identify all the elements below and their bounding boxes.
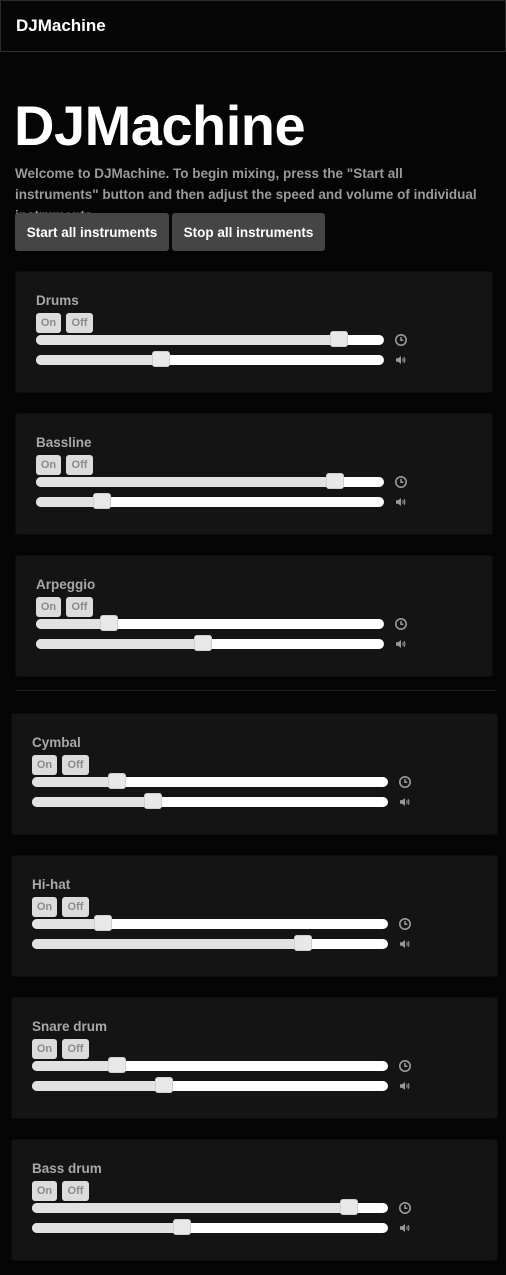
instrument-name: Bass drum xyxy=(32,1161,102,1176)
volume-slider[interactable] xyxy=(32,793,388,809)
instrument-card: Bassline On Off xyxy=(15,413,493,535)
speed-slider[interactable] xyxy=(36,615,384,631)
volume-slider[interactable] xyxy=(36,351,384,367)
volume-slider-thumb[interactable] xyxy=(172,1219,191,1235)
off-button[interactable]: Off xyxy=(62,1181,89,1201)
instrument-name: Hi-hat xyxy=(32,877,71,892)
instrument-name: Bassline xyxy=(36,435,92,450)
volume-icon xyxy=(394,637,408,651)
clock-icon xyxy=(398,1201,412,1215)
volume-slider-fill xyxy=(32,1081,164,1091)
volume-slider-thumb[interactable] xyxy=(194,635,213,651)
instrument-card: Cymbal On Off xyxy=(11,713,498,835)
volume-slider-fill xyxy=(32,797,154,807)
speed-slider-fill xyxy=(32,1061,118,1071)
speed-slider-fill xyxy=(36,619,110,629)
volume-icon xyxy=(398,937,412,951)
speed-slider[interactable] xyxy=(32,1199,388,1215)
volume-slider-thumb[interactable] xyxy=(152,351,171,367)
volume-slider[interactable] xyxy=(36,493,384,509)
speed-slider[interactable] xyxy=(32,773,388,789)
off-button[interactable]: Off xyxy=(62,897,89,917)
volume-icon xyxy=(398,795,412,809)
volume-slider[interactable] xyxy=(32,935,388,951)
speed-slider-thumb[interactable] xyxy=(339,1199,358,1215)
volume-slider-thumb[interactable] xyxy=(93,493,112,509)
clock-icon xyxy=(394,617,408,631)
volume-slider-fill xyxy=(32,1223,182,1233)
speed-slider-fill xyxy=(36,477,336,487)
off-button[interactable]: Off xyxy=(62,1039,89,1059)
off-button[interactable]: Off xyxy=(66,597,93,617)
instrument-card: Bass drum On Off xyxy=(11,1139,498,1261)
volume-slider[interactable] xyxy=(36,635,384,651)
speed-slider-thumb[interactable] xyxy=(329,331,348,347)
off-button[interactable]: Off xyxy=(62,755,89,775)
volume-icon xyxy=(398,1221,412,1235)
speed-slider-fill xyxy=(32,919,104,929)
clock-icon xyxy=(398,775,412,789)
volume-slider[interactable] xyxy=(32,1077,388,1093)
navbar: DJMachine xyxy=(0,0,506,52)
instrument-name: Cymbal xyxy=(32,735,81,750)
instrument-name: Arpeggio xyxy=(36,577,96,592)
volume-slider-fill xyxy=(32,939,303,949)
volume-slider-fill xyxy=(36,639,204,649)
clock-icon xyxy=(398,1059,412,1073)
on-button[interactable]: On xyxy=(32,1181,57,1201)
on-button[interactable]: On xyxy=(36,597,61,617)
off-button[interactable]: Off xyxy=(66,455,93,475)
speed-slider[interactable] xyxy=(32,915,388,931)
off-button[interactable]: Off xyxy=(66,313,93,333)
volume-icon xyxy=(394,353,408,367)
speed-slider-thumb[interactable] xyxy=(108,1057,127,1073)
instrument-card: Snare drum On Off xyxy=(11,997,498,1119)
volume-slider-fill xyxy=(36,355,162,365)
volume-slider[interactable] xyxy=(32,1219,388,1235)
on-button[interactable]: On xyxy=(32,1039,57,1059)
start-all-button[interactable]: Start all instruments xyxy=(15,213,169,251)
on-button[interactable]: On xyxy=(32,755,57,775)
volume-slider-thumb[interactable] xyxy=(144,793,163,809)
on-button[interactable]: On xyxy=(36,455,61,475)
instrument-name: Snare drum xyxy=(32,1019,108,1034)
instrument-name: Drums xyxy=(36,293,79,308)
speed-slider[interactable] xyxy=(36,331,384,347)
on-button[interactable]: On xyxy=(32,897,57,917)
clock-icon xyxy=(398,917,412,931)
volume-slider-thumb[interactable] xyxy=(293,935,312,951)
volume-slider-thumb[interactable] xyxy=(154,1077,173,1093)
instrument-card: Hi-hat On Off xyxy=(11,855,498,977)
volume-icon xyxy=(394,495,408,509)
speed-slider-thumb[interactable] xyxy=(100,615,119,631)
speed-slider[interactable] xyxy=(32,1057,388,1073)
on-button[interactable]: On xyxy=(36,313,61,333)
stop-all-button[interactable]: Stop all instruments xyxy=(172,213,325,251)
navbar-brand[interactable]: DJMachine xyxy=(16,16,106,36)
speed-slider-fill xyxy=(36,335,339,345)
group-divider xyxy=(15,690,496,691)
speed-slider-thumb[interactable] xyxy=(108,773,127,789)
speed-slider[interactable] xyxy=(36,473,384,489)
speed-slider-fill xyxy=(32,777,118,787)
volume-icon xyxy=(398,1079,412,1093)
speed-slider-fill xyxy=(32,1203,349,1213)
page-title: DJMachine xyxy=(14,94,306,157)
instrument-card: Arpeggio On Off xyxy=(15,555,493,677)
clock-icon xyxy=(394,333,408,347)
instrument-card: Drums On Off xyxy=(15,271,493,393)
speed-slider-thumb[interactable] xyxy=(94,915,113,931)
clock-icon xyxy=(394,475,408,489)
speed-slider-thumb[interactable] xyxy=(326,473,345,489)
